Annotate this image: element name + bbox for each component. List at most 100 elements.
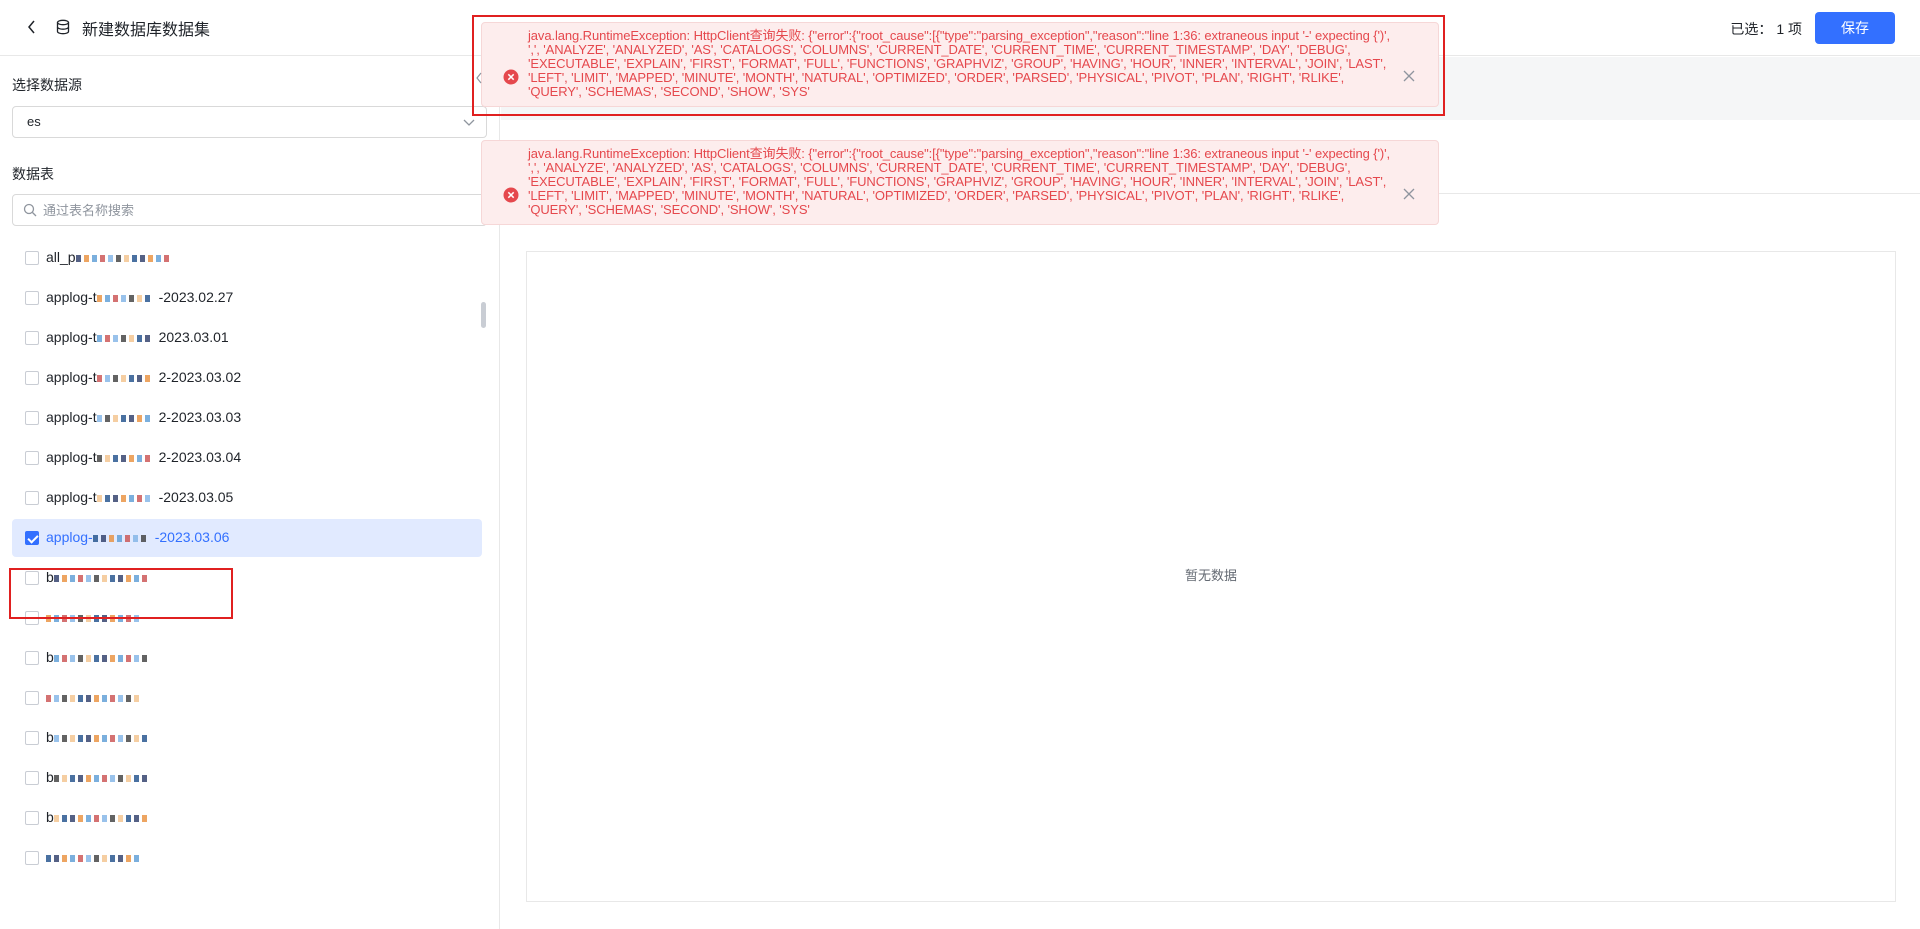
table-name: applog-t -2023.03.05 <box>46 489 233 505</box>
table-checkbox[interactable] <box>25 371 39 385</box>
table-name <box>46 849 156 865</box>
tables-label: 数据表 <box>12 166 54 182</box>
redacted-text <box>53 809 164 822</box>
close-icon[interactable] <box>1402 187 1416 201</box>
table-checkbox[interactable] <box>25 411 39 425</box>
redacted-text <box>92 529 155 542</box>
table-checkbox[interactable] <box>25 851 39 865</box>
error-circle-icon <box>503 187 519 203</box>
table-row[interactable]: applog-t 2023.03.01 <box>12 319 482 357</box>
table-row[interactable] <box>12 679 482 717</box>
table-checkbox[interactable] <box>25 251 39 265</box>
datasource-label: 选择数据源 <box>12 77 82 93</box>
table-row[interactable]: applog-t 2-2023.03.03 <box>12 399 482 437</box>
redacted-text <box>96 329 159 342</box>
redacted-text <box>96 449 159 462</box>
datasource-select[interactable]: es <box>12 106 487 138</box>
table-name: applog-t 2023.03.01 <box>46 329 229 345</box>
table-row[interactable]: applog-t 2-2023.03.04 <box>12 439 482 477</box>
table-name-suffix: 2023.03.01 <box>158 329 229 345</box>
table-name: b <box>46 649 164 665</box>
table-name: b <box>46 809 164 825</box>
table-row[interactable]: all_p <box>12 239 482 277</box>
chevron-left-icon <box>28 20 35 34</box>
selected-label: 已选： <box>1730 21 1773 37</box>
table-name: applog- -2023.03.06 <box>46 529 229 545</box>
table-checkbox[interactable] <box>25 651 39 665</box>
table-name-prefix: b <box>46 649 54 665</box>
redacted-text <box>96 489 159 502</box>
table-name-suffix: 2-2023.03.02 <box>158 369 242 385</box>
table-name: all_p <box>46 249 186 265</box>
datasource-value: es <box>27 114 41 129</box>
database-icon <box>56 19 70 35</box>
redacted-text <box>96 289 159 302</box>
table-checkbox[interactable] <box>25 291 39 305</box>
data-preview: 暂无数据 <box>526 251 1896 902</box>
table-name-prefix: all_p <box>46 249 76 265</box>
table-row[interactable]: applog- -2023.03.06 <box>12 519 482 557</box>
table-name: applog-t 2-2023.03.02 <box>46 369 241 385</box>
redacted-text <box>53 729 164 742</box>
table-row[interactable]: applog-t -2023.02.27 <box>12 279 482 317</box>
table-row[interactable]: b <box>12 639 482 677</box>
table-name: applog-t -2023.02.27 <box>46 289 233 305</box>
table-name-prefix: b <box>46 769 54 785</box>
redacted-text <box>96 369 159 382</box>
table-name-prefix: applog-t <box>46 449 97 465</box>
table-checkbox[interactable] <box>25 491 39 505</box>
table-name-prefix: applog-t <box>46 289 97 305</box>
table-name: applog-t 2-2023.03.03 <box>46 409 241 425</box>
table-name-prefix: b <box>46 729 54 745</box>
redacted-text <box>96 409 159 422</box>
table-name-suffix: -2023.02.27 <box>158 289 234 305</box>
table-name-prefix: applog-t <box>46 329 97 345</box>
table-name-suffix: 2-2023.03.03 <box>158 409 242 425</box>
table-checkbox[interactable] <box>25 691 39 705</box>
redacted-text <box>46 849 156 862</box>
table-name <box>46 689 156 705</box>
search-icon <box>23 203 37 217</box>
table-checkbox[interactable] <box>25 451 39 465</box>
table-checkbox[interactable] <box>25 811 39 825</box>
save-button[interactable]: 保存 <box>1815 12 1895 44</box>
error-toast: java.lang.RuntimeException: HttpClient查询… <box>481 140 1439 225</box>
table-name: applog-t 2-2023.03.04 <box>46 449 241 465</box>
table-name-suffix: 2-2023.03.04 <box>158 449 242 465</box>
table-search <box>12 194 487 226</box>
chevron-down-icon <box>463 119 475 126</box>
table-row[interactable]: b <box>12 799 482 837</box>
back-button[interactable] <box>22 17 42 37</box>
table-checkbox[interactable] <box>25 331 39 345</box>
table-row[interactable]: b <box>12 719 482 757</box>
selected-count: 已选： 1 项 <box>1730 19 1802 39</box>
table-checkbox[interactable] <box>25 731 39 745</box>
annotation-box-selected-table <box>9 568 233 619</box>
redacted-text <box>75 249 186 262</box>
redacted-text <box>46 689 156 702</box>
table-name-prefix: applog-t <box>46 409 97 425</box>
redacted-text <box>53 769 164 782</box>
table-name-prefix: applog-t <box>46 489 97 505</box>
table-checkbox[interactable] <box>25 771 39 785</box>
table-checkbox[interactable] <box>25 531 39 545</box>
table-row[interactable]: b <box>12 759 482 797</box>
table-row[interactable]: applog-t -2023.03.05 <box>12 479 482 517</box>
table-name-suffix: -2023.03.05 <box>158 489 234 505</box>
empty-text: 暂无数据 <box>1184 568 1237 583</box>
table-row[interactable] <box>12 839 482 877</box>
table-name-prefix: b <box>46 809 54 825</box>
table-name-suffix: -2023.03.06 <box>154 529 230 545</box>
annotation-box-error <box>472 15 1445 116</box>
table-list-scrollbar[interactable] <box>481 302 486 328</box>
error-message: java.lang.RuntimeException: HttpClient查询… <box>528 146 1390 217</box>
page-title: 新建数据库数据集 <box>82 22 211 39</box>
selected-value: 1 项 <box>1776 21 1802 37</box>
table-name: b <box>46 729 164 745</box>
table-search-input[interactable] <box>43 200 473 220</box>
table-name-prefix: applog-t <box>46 369 97 385</box>
table-name-prefix: applog- <box>46 529 93 545</box>
table-name: b <box>46 769 164 785</box>
table-row[interactable]: applog-t 2-2023.03.02 <box>12 359 482 397</box>
redacted-text <box>53 649 164 662</box>
